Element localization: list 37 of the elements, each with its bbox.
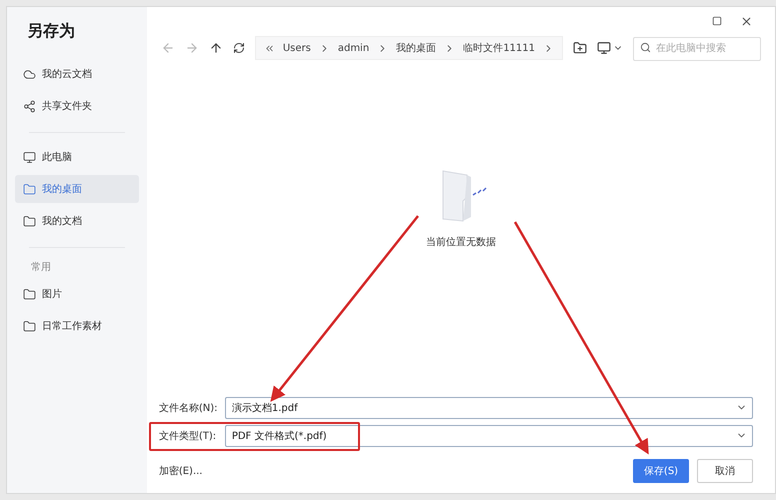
sidebar-item[interactable]: 我的文档 xyxy=(15,207,139,235)
up-icon[interactable] xyxy=(208,41,223,55)
empty-message: 当前位置无数据 xyxy=(426,236,496,249)
folder-icon xyxy=(23,182,36,196)
sidebar-item[interactable]: 图片 xyxy=(15,280,139,308)
search-field[interactable]: 在此电脑中搜索 xyxy=(633,36,761,60)
dropdown-field[interactable]: PDF 文件格式(*.pdf) xyxy=(224,425,753,447)
dropdown-field[interactable]: 演示文档1.pdf xyxy=(224,397,753,419)
folder-icon xyxy=(23,320,36,332)
new-folder-icon[interactable] xyxy=(573,41,587,55)
share-icon xyxy=(23,100,36,112)
maximize-icon[interactable] xyxy=(712,16,722,26)
dialog-title: 另存为 xyxy=(26,21,76,42)
folder-icon xyxy=(23,214,36,228)
sidebar-item[interactable]: 我的桌面 xyxy=(15,175,139,203)
sidebar-item[interactable]: 此电脑 xyxy=(15,143,139,171)
sidebar-heading: 常用 xyxy=(30,260,52,274)
breadcrumb-item[interactable]: admin xyxy=(338,42,370,54)
close-icon[interactable] xyxy=(740,14,753,28)
field-label: 文件名称(N): xyxy=(158,402,218,415)
save-button[interactable]: 保存(S) xyxy=(633,459,689,483)
sidebar-item[interactable]: 共享文件夹 xyxy=(15,92,139,120)
folder-icon xyxy=(23,288,36,300)
field-label: 文件类型(T): xyxy=(158,430,218,443)
encrypt-link[interactable]: 加密(E)... xyxy=(158,464,202,478)
cloud-icon xyxy=(23,68,36,80)
sidebar-item[interactable]: 日常工作素材 xyxy=(15,312,139,340)
chevrons-icon[interactable] xyxy=(264,42,275,54)
refresh-icon[interactable] xyxy=(232,42,245,54)
cancel-button[interactable]: 取消 xyxy=(697,459,753,483)
breadcrumb-item[interactable]: Users xyxy=(282,42,311,54)
breadcrumb-item[interactable]: 我的桌面 xyxy=(396,41,436,55)
monitor-icon xyxy=(23,150,36,164)
breadcrumb-item[interactable]: 临时文件11111 xyxy=(463,41,535,55)
search-icon xyxy=(640,42,651,53)
monitor-icon[interactable] xyxy=(597,41,611,55)
sidebar-item[interactable]: 我的云文档 xyxy=(15,60,139,88)
